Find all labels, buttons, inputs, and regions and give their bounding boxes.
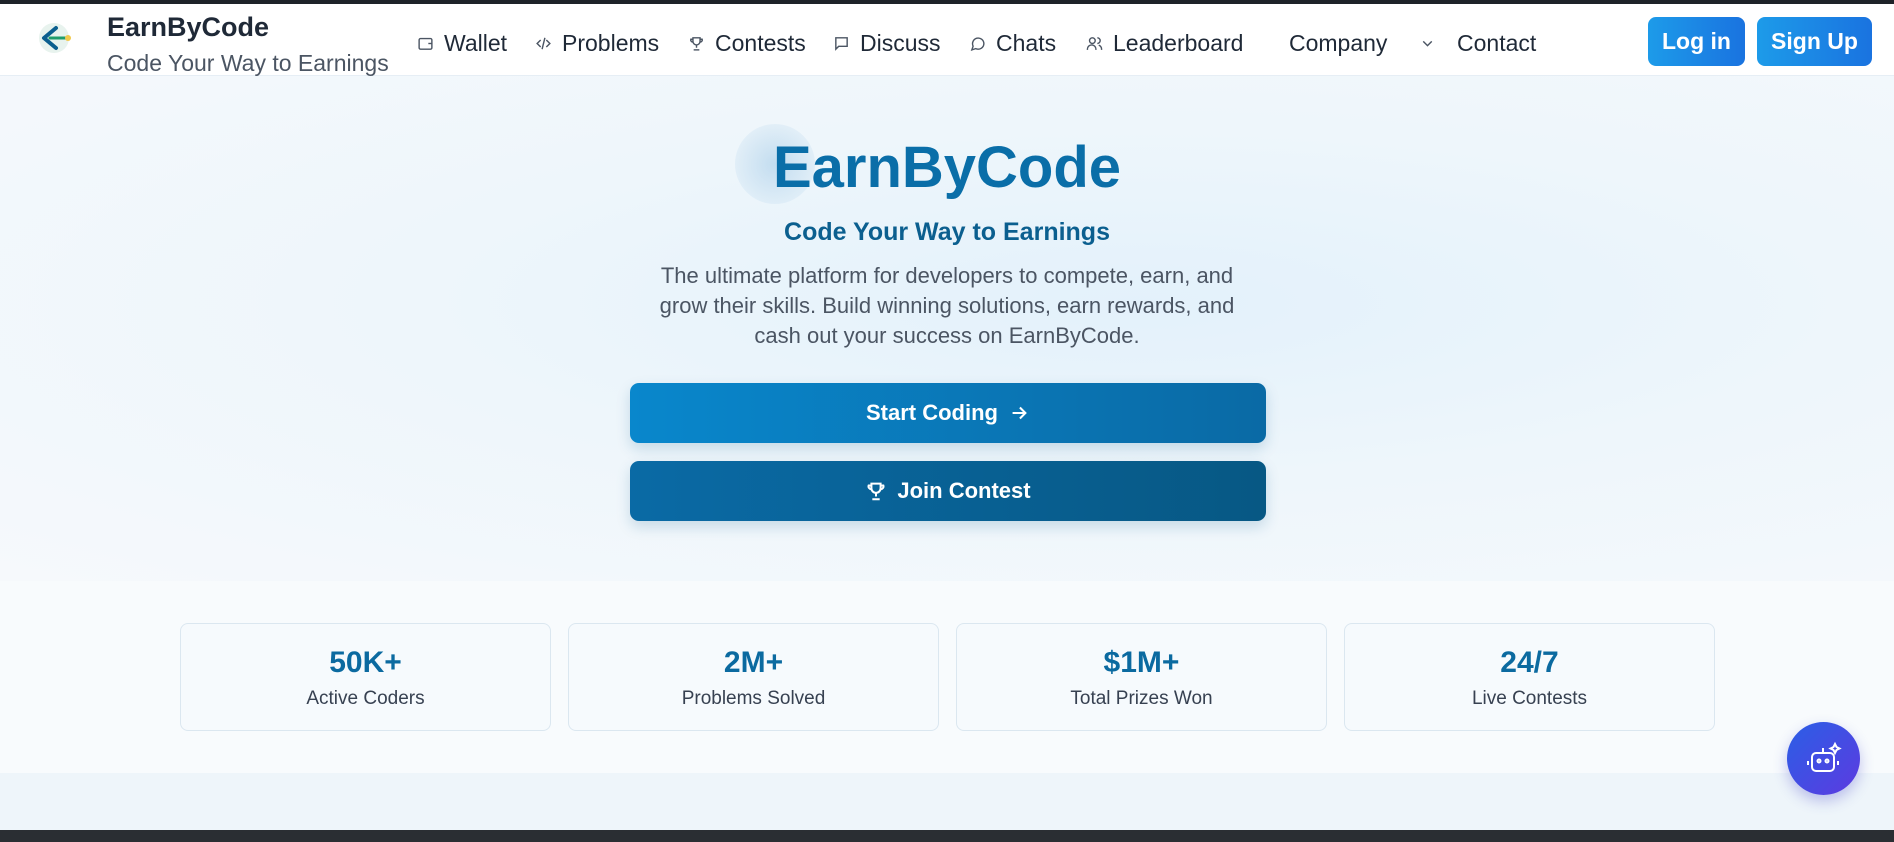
hero-subtitle: Code Your Way to Earnings bbox=[784, 218, 1110, 246]
stat-card: 24/7 Live Contests bbox=[1344, 623, 1715, 731]
message-square-icon bbox=[835, 36, 848, 51]
hero-description: The ultimate platform for developers to … bbox=[659, 263, 1235, 348]
bot-icon bbox=[1806, 741, 1842, 772]
lower-section bbox=[0, 773, 1894, 830]
ai-assistant-button[interactable] bbox=[1787, 722, 1860, 795]
nav-wallet-label: Wallet bbox=[444, 29, 508, 56]
nav-discuss-label: Discuss bbox=[860, 29, 941, 56]
trophy-icon bbox=[690, 36, 703, 51]
hero-section: EarnByCode Code Your Way to Earnings The… bbox=[0, 76, 1894, 581]
nav-wallet[interactable]: Wallet bbox=[417, 26, 507, 60]
stat-card: 2M+ Problems Solved bbox=[568, 623, 939, 731]
nav-contests-label: Contests bbox=[715, 29, 806, 56]
users-icon bbox=[1086, 36, 1103, 50]
join-contest-button[interactable]: Join Contest bbox=[630, 461, 1266, 521]
join-contest-label: Join Contest bbox=[897, 478, 1031, 503]
logo-icon[interactable] bbox=[34, 20, 80, 56]
site-header: EarnByCode Code Your Way to Earnings Wal… bbox=[0, 4, 1894, 76]
stat-label: Problems Solved bbox=[681, 688, 826, 709]
stat-value: $1M+ bbox=[1103, 646, 1180, 679]
stat-label: Active Coders bbox=[306, 688, 425, 709]
nav-leaderboard-label: Leaderboard bbox=[1113, 29, 1244, 56]
stat-card: $1M+ Total Prizes Won bbox=[956, 623, 1327, 731]
nav-chats-label: Chats bbox=[996, 29, 1057, 56]
stat-value: 24/7 bbox=[1500, 646, 1559, 679]
stat-value: 50K+ bbox=[329, 646, 402, 679]
stat-value: 2M+ bbox=[723, 646, 784, 679]
nav-problems-label: Problems bbox=[562, 29, 660, 56]
nav-problems[interactable]: Problems bbox=[535, 26, 659, 60]
nav-chats[interactable]: Chats bbox=[969, 26, 1056, 60]
nav-leaderboard[interactable]: Leaderboard bbox=[1086, 26, 1243, 60]
chevron-down-icon bbox=[1423, 40, 1433, 47]
nav-discuss[interactable]: Discuss bbox=[833, 26, 941, 60]
stat-label: Live Contests bbox=[1471, 688, 1588, 709]
os-taskbar bbox=[0, 830, 1894, 842]
nav-contests[interactable]: Contests bbox=[688, 26, 806, 60]
arrow-right-icon bbox=[1012, 406, 1027, 420]
code-icon bbox=[536, 37, 551, 49]
hero-title: EarnByCode bbox=[772, 135, 1122, 200]
trophy-icon bbox=[867, 482, 885, 501]
signup-button[interactable]: Sign Up bbox=[1757, 17, 1872, 66]
nav-contact[interactable]: Contact bbox=[1457, 26, 1536, 60]
brand-subtitle: Code Your Way to Earnings bbox=[107, 50, 389, 76]
start-coding-button[interactable]: Start Coding bbox=[630, 383, 1266, 443]
message-circle-icon bbox=[970, 36, 985, 51]
start-coding-label: Start Coding bbox=[866, 400, 998, 425]
stat-label: Total Prizes Won bbox=[1070, 688, 1213, 709]
nav-company-dropdown[interactable]: Company bbox=[1289, 26, 1436, 60]
stats-section: 50K+ Active Coders 2M+ Problems Solved $… bbox=[0, 581, 1894, 773]
brand-title[interactable]: EarnByCode bbox=[107, 12, 269, 43]
login-button[interactable]: Log in bbox=[1648, 17, 1745, 66]
nav-company-label: Company bbox=[1289, 29, 1388, 56]
nav-contact-label: Contact bbox=[1457, 29, 1537, 56]
stat-card: 50K+ Active Coders bbox=[180, 623, 551, 731]
wallet-icon bbox=[418, 37, 433, 50]
